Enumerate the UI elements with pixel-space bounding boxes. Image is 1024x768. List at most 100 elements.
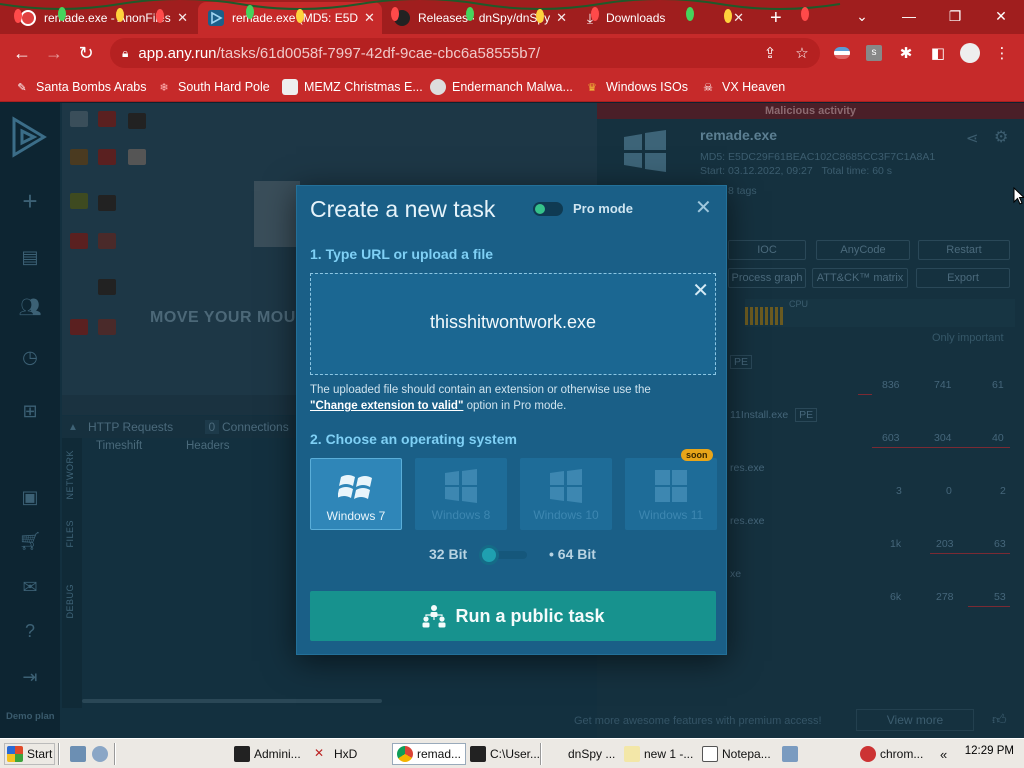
only-important-toggle[interactable]: Only important [932, 332, 1004, 344]
forward-button[interactable]: → [38, 37, 70, 69]
anycode-button[interactable]: AnyCode [816, 240, 910, 260]
users-icon[interactable]: 👥︎ [18, 295, 42, 319]
extensions-puzzle-icon[interactable]: ✱ [896, 43, 916, 63]
taskbar-item-generic[interactable] [782, 743, 802, 765]
thumbs-up-icon[interactable]: 👍︎ [992, 711, 1007, 728]
process-row[interactable]: res.exe [730, 462, 1024, 474]
minimize-button[interactable]: — [886, 0, 932, 32]
bookmark-south-hard-pole[interactable]: ❄ South Hard Pole [156, 78, 269, 96]
side-tab-network[interactable]: NETWORK [65, 450, 75, 500]
taskbar-item-notepadpp[interactable]: new 1 -... [624, 743, 693, 765]
side-tab-debug[interactable]: DEBUG [65, 584, 75, 619]
tab-anonfiles[interactable]: remade.exe - AnonFiles ✕ [10, 2, 198, 34]
show-desktop-icon[interactable] [70, 743, 90, 765]
attck-matrix-button[interactable]: ATT&CK™ matrix [812, 268, 908, 288]
tab-anyrun[interactable]: remade.exe (MD5: E5D ✕ [198, 2, 382, 34]
pro-mode-toggle[interactable] [533, 202, 563, 216]
mail-icon[interactable]: ✉ [18, 575, 42, 599]
tab-http-requests[interactable]: HTTP Requests 0 [88, 420, 220, 434]
view-more-button[interactable]: View more [856, 709, 974, 731]
tab-dnspy-releases[interactable]: Releases · dnSpy/dnSpy ✕ [384, 2, 570, 34]
extension-s-icon[interactable]: s [864, 43, 884, 63]
share-icon[interactable]: ⇪ [760, 43, 780, 63]
taskbar-item-dnspy[interactable]: dnSpy ... [548, 743, 615, 765]
task-tags[interactable]: 8 tags [728, 185, 757, 197]
bookmark-star-icon[interactable]: ☆ [792, 43, 812, 63]
export-button[interactable]: Export [916, 268, 1010, 288]
close-window-button[interactable]: ✕ [978, 0, 1024, 32]
notepadpp-icon [624, 746, 640, 762]
change-extension-link[interactable]: "Change extension to valid" [310, 400, 463, 412]
close-tab-icon[interactable]: ✕ [727, 10, 744, 26]
start-button[interactable]: Start [4, 743, 56, 765]
bookmark-vx-heaven[interactable]: ☠ VX Heaven [700, 78, 785, 96]
windows-taskbar: Start Admini... ✕ HxD remad... C:\User...… [0, 738, 1024, 768]
side-panel-icon[interactable]: ◧ [928, 43, 948, 63]
side-tab-files[interactable]: FILES [65, 520, 75, 548]
back-button[interactable]: ← [6, 37, 38, 69]
run-public-task-button[interactable]: Run a public task [310, 591, 716, 641]
windows-icon[interactable]: ⊞ [18, 399, 42, 423]
bit32-label[interactable]: 32 Bit [429, 546, 467, 562]
restore-button[interactable]: ❐ [932, 0, 978, 32]
taskbar-item-hxd[interactable]: ✕ HxD [314, 743, 357, 765]
settings-gear-icon[interactable]: ⚙ [994, 127, 1008, 147]
bookmark-windows-isos[interactable]: ♛ Windows ISOs [584, 78, 688, 96]
bookmark-endermanch[interactable]: Endermanch Malwa... [430, 78, 573, 96]
tray-expand-icon[interactable]: « [940, 743, 947, 765]
taskbar-item-notepad[interactable]: Notepa... [702, 743, 771, 765]
profile-avatar[interactable] [960, 43, 980, 63]
taskbar-item-admin-cmd[interactable]: Admini... [234, 743, 301, 765]
screen: remade.exe - AnonFiles ✕ remade.exe (MD5… [0, 0, 1024, 768]
restart-button[interactable]: Restart [918, 240, 1010, 260]
anyrun-logo-icon[interactable] [10, 115, 50, 159]
close-modal-icon[interactable]: ✕ [695, 198, 712, 218]
step1-heading: 1. Type URL or upload a file [310, 246, 494, 262]
close-tab-icon[interactable]: ✕ [550, 10, 567, 26]
process-row[interactable]: 11Install.exe PE [730, 408, 1024, 422]
profile-card-icon[interactable]: ▣ [18, 485, 42, 509]
bookmark-santa-bombs[interactable]: ✎ Santa Bombs Arabs [14, 78, 146, 96]
cart-icon[interactable]: 🛒︎ [18, 529, 42, 553]
address-bar[interactable]: 🔒︎ app.any.run/tasks/61d0058f-7997-42df-… [110, 38, 820, 68]
horizontal-scrollbar[interactable] [82, 699, 382, 703]
process-row[interactable]: res.exe [730, 515, 1024, 527]
os-option-windows-7[interactable]: Windows 7 [310, 458, 402, 530]
tab-search-chevron-icon[interactable]: ⌄ [840, 0, 884, 32]
ioc-button[interactable]: IOC [728, 240, 806, 260]
menu-kebab-icon[interactable]: ⋮ [992, 43, 1012, 63]
history-icon[interactable]: ◷ [18, 345, 42, 369]
plan-label: Demo plan [6, 711, 55, 722]
tab-downloads[interactable]: ⤓ Downloads ✕ [572, 2, 754, 34]
taskbar-clock[interactable]: 12:29 PM [965, 745, 1014, 757]
bitness-switch-knob[interactable] [479, 545, 499, 565]
taskbar-item-chrome-remade[interactable]: remad... [392, 743, 467, 765]
share-task-icon[interactable]: ⋖ [966, 129, 979, 147]
help-icon[interactable]: ? [18, 619, 42, 643]
new-tab-button[interactable]: + [760, 2, 790, 34]
process-graph-button[interactable]: Process graph [728, 268, 806, 288]
malicious-activity-banner: Malicious activity [597, 103, 1024, 119]
process-row[interactable]: xe [730, 568, 1024, 580]
process-count: 203 [936, 538, 954, 550]
reload-button[interactable]: ↻ [70, 37, 102, 69]
remove-file-icon[interactable]: ✕ [692, 278, 709, 303]
bit64-label[interactable]: • 64 Bit [549, 546, 596, 562]
new-task-plus-icon[interactable]: + [18, 186, 42, 216]
reports-icon[interactable]: ▤ [18, 245, 42, 269]
taskbar-item-explorer[interactable]: C:\User... [470, 743, 540, 765]
process-count: 63 [994, 538, 1006, 550]
close-tab-icon[interactable]: ✕ [358, 10, 375, 26]
soon-badge: soon [681, 449, 713, 461]
tab-connections[interactable]: Connections [222, 420, 289, 434]
file-drop-zone[interactable]: thisshitwontwork.exe ✕ [310, 273, 716, 375]
extension-flag-icon[interactable] [832, 43, 852, 63]
bookmark-memz[interactable]: MEMZ Christmas E... [282, 78, 423, 96]
taskbar-item-chrome[interactable]: chrom... [860, 743, 923, 765]
quicklaunch-icon[interactable] [92, 743, 112, 765]
logout-icon[interactable]: ⇥ [18, 665, 42, 689]
os-label: Windows 11 [638, 508, 704, 522]
close-tab-icon[interactable]: ✕ [171, 10, 188, 26]
process-count: 61 [992, 379, 1004, 391]
collapse-chevron-icon[interactable]: ▲ [68, 422, 78, 433]
